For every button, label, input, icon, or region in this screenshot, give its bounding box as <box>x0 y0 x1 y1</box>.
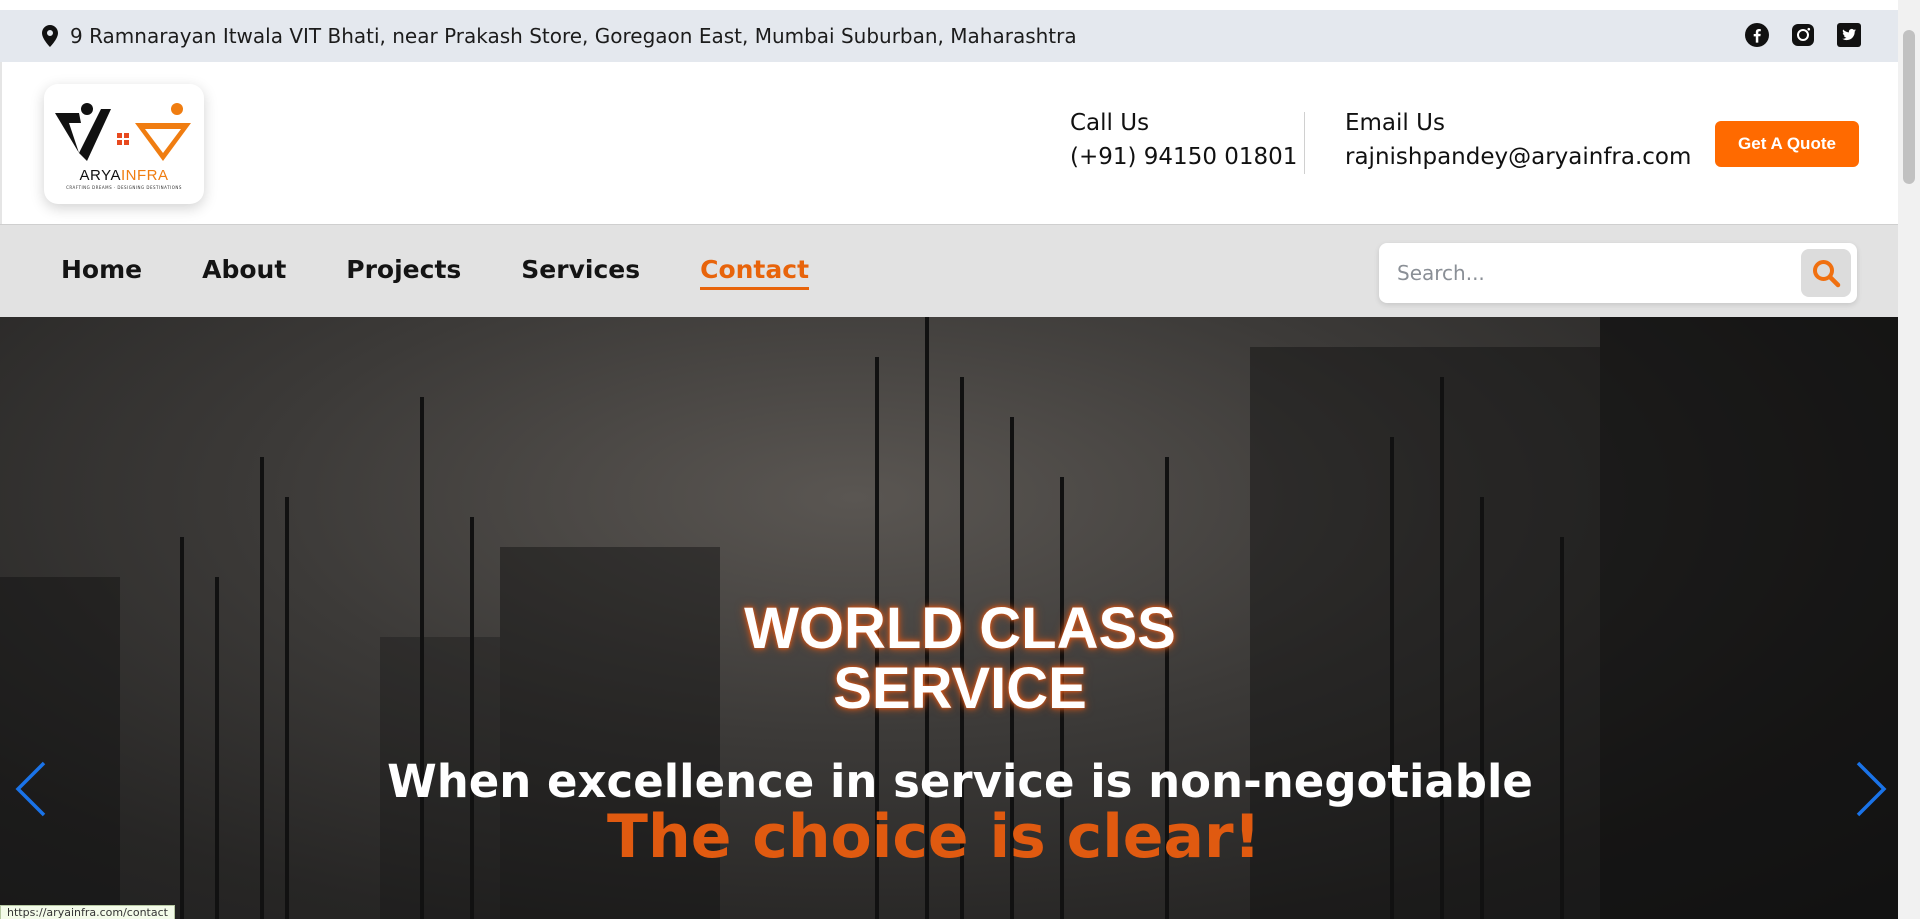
phone-number[interactable]: (+91) 94150 01801 <box>1070 144 1297 170</box>
search-button[interactable] <box>1801 249 1851 297</box>
main-nav: Home About Projects Services Contact <box>0 224 1898 317</box>
nav-item-home[interactable]: Home <box>61 255 142 290</box>
logo-word-arya: ARYA <box>79 166 121 184</box>
get-a-quote-button[interactable]: Get A Quote <box>1715 121 1859 167</box>
logo-word-infra: INFRA <box>120 166 169 184</box>
hero-title-line1: WORLD CLASS <box>744 596 1176 661</box>
nav-item-services[interactable]: Services <box>521 255 640 290</box>
nav-item-contact[interactable]: Contact <box>700 255 810 290</box>
logo-mark-icon <box>55 102 191 161</box>
search-input[interactable] <box>1397 256 1777 290</box>
nav-item-projects[interactable]: Projects <box>346 255 461 290</box>
search-box <box>1379 243 1857 303</box>
hero-title: WORLD CLASS SERVICE <box>0 599 1920 719</box>
call-us-label: Call Us <box>1070 110 1150 136</box>
twitter-icon[interactable] <box>1836 22 1862 48</box>
hero-subtitle: When excellence in service is non-negoti… <box>387 755 1533 808</box>
logo-tagline: CRAFTING DREAMS · DESIGNING DESTINATIONS <box>66 184 182 190</box>
instagram-icon[interactable] <box>1790 22 1816 48</box>
social-links <box>1744 22 1862 48</box>
scrollbar-thumb[interactable] <box>1903 30 1915 184</box>
logo-wordmark: ARYAINFRA <box>80 167 169 184</box>
site-header: ARYAINFRA CRAFTING DREAMS · DESIGNING DE… <box>0 62 1898 224</box>
email-us-block: Email Us rajnishpandey@aryainfra.com <box>1345 110 1691 170</box>
hero-title-line2: SERVICE <box>833 656 1087 721</box>
address-text: 9 Ramnarayan Itwala VIT Bhati, near Prak… <box>70 24 1077 48</box>
facebook-icon[interactable] <box>1744 22 1770 48</box>
email-address[interactable]: rajnishpandey@aryainfra.com <box>1345 144 1691 170</box>
brand-logo[interactable]: ARYAINFRA CRAFTING DREAMS · DESIGNING DE… <box>44 84 204 204</box>
location-pin-icon <box>42 25 58 47</box>
email-us-label: Email Us <box>1345 110 1445 136</box>
link-status-tooltip: https://aryainfra.com/contact <box>0 905 175 919</box>
nav-menu: Home About Projects Services Contact <box>61 255 869 290</box>
nav-item-about[interactable]: About <box>202 255 286 290</box>
page-scrollbar[interactable] <box>1898 0 1920 919</box>
address-bar: 9 Ramnarayan Itwala VIT Bhati, near Prak… <box>0 0 1898 62</box>
search-icon <box>1813 260 1841 288</box>
call-us-block: Call Us (+91) 94150 01801 <box>1070 110 1297 170</box>
contact-divider <box>1304 112 1305 174</box>
hero-tagline: The choice is clear! <box>607 802 1261 872</box>
